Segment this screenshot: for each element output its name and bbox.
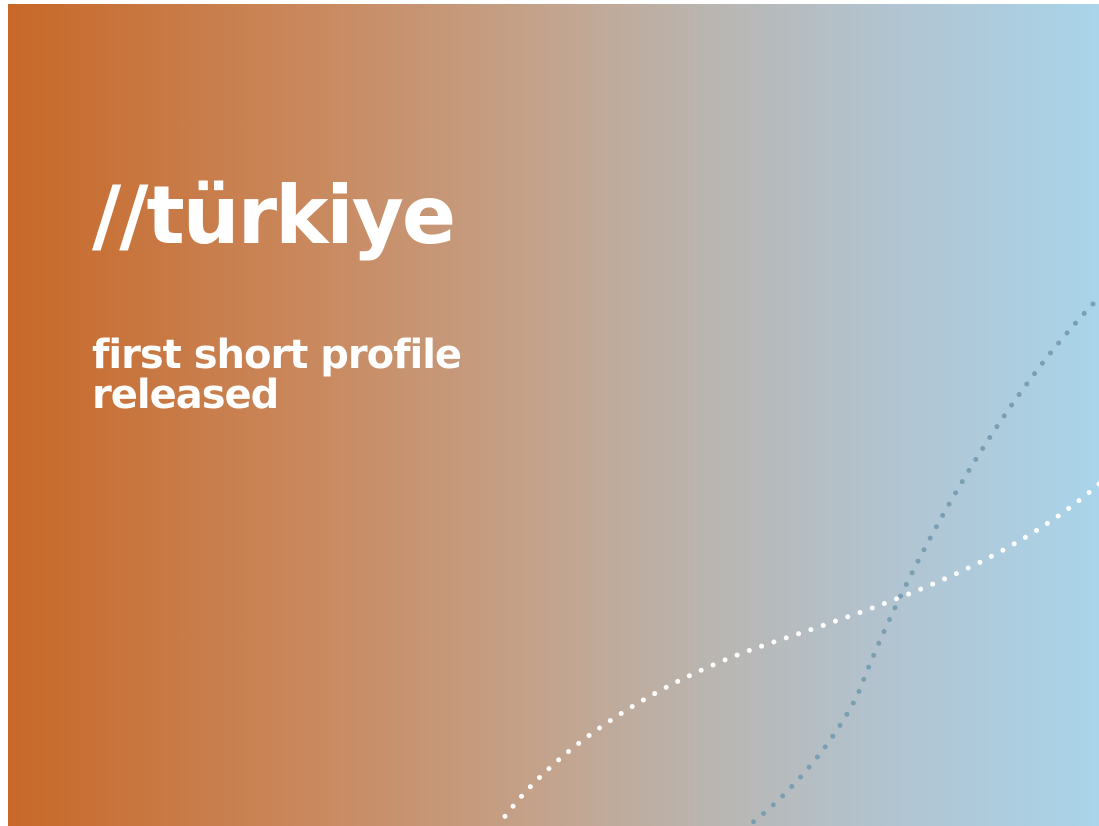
dotted-curve-white <box>495 481 1099 826</box>
dotted-curve-blue <box>745 301 1096 826</box>
announcement-banner: //türkiye first short profile released <box>8 4 1099 826</box>
dotted-curves-decoration <box>495 301 1099 826</box>
